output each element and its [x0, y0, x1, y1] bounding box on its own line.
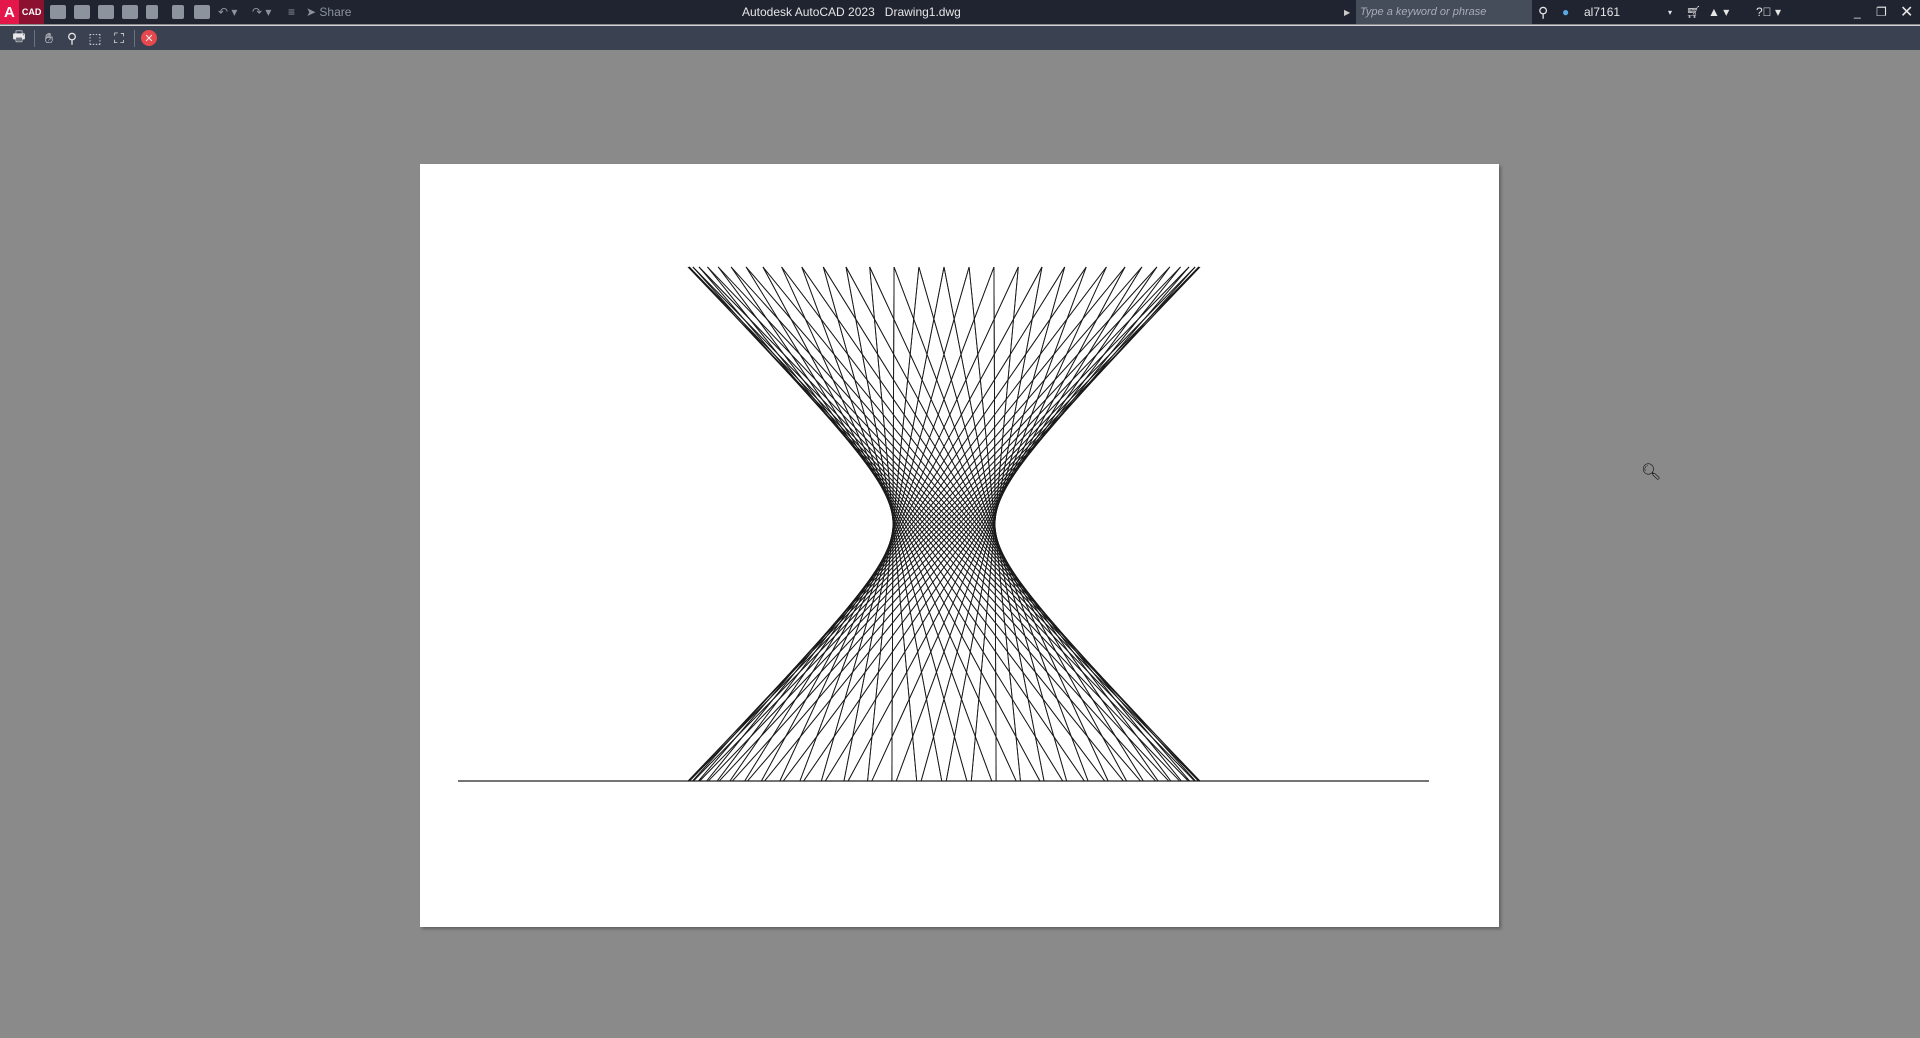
restore-button[interactable]: ❐	[1876, 0, 1887, 24]
drawing-line	[761, 266, 1043, 782]
cart-icon[interactable]: 🛒︎	[1686, 0, 1701, 24]
zoom-original-icon[interactable]: ⛶	[110, 29, 128, 47]
window-title: Autodesk AutoCAD 2023 Drawing1.dwg	[742, 0, 961, 24]
preview-toolbar: 🖶︎ ✋︎ ⚲ ⬚ ⛶ ✕	[0, 25, 1920, 50]
drawing-line	[871, 266, 1107, 782]
search-icon[interactable]: ⚲	[1538, 0, 1548, 24]
drawing-line	[970, 266, 1019, 782]
drawing-line	[820, 266, 970, 782]
minimize-button[interactable]: _	[1854, 0, 1861, 24]
divider	[134, 30, 135, 47]
logo-letter: A	[0, 0, 19, 24]
search-input[interactable]: Type a keyword or phrase	[1356, 0, 1532, 24]
share-button[interactable]: ➤ Share	[306, 0, 351, 24]
drawing-line	[847, 266, 1126, 782]
autodesk-app-icon[interactable]: ▲ ▾	[1708, 0, 1729, 24]
drawing-line	[729, 266, 1087, 782]
help-icon[interactable]: ?⃝ ▾	[1756, 0, 1781, 24]
plot-preview-paper	[420, 164, 1499, 927]
close-preview-icon[interactable]: ✕	[141, 30, 157, 46]
open-folder-icon[interactable]	[74, 5, 90, 19]
drawing-line	[716, 266, 1107, 782]
customize-quick-access-icon[interactable]: ≡	[288, 0, 295, 24]
save-as-icon[interactable]	[122, 5, 138, 19]
app-title: Autodesk AutoCAD 2023	[742, 5, 875, 19]
open-web-icon[interactable]	[146, 5, 158, 19]
user-dropdown-icon[interactable]: ▾	[1668, 0, 1672, 24]
drawing-line	[744, 266, 1066, 782]
save-web-icon[interactable]	[172, 5, 184, 19]
drawing-line	[799, 266, 995, 782]
logo-text: CAD	[18, 0, 45, 24]
plot-icon[interactable]	[194, 5, 210, 19]
zoom-icon[interactable]: ⚲	[63, 29, 81, 47]
save-icon[interactable]	[98, 5, 114, 19]
drawing-line	[779, 266, 1019, 782]
print-icon[interactable]: 🖶︎	[10, 28, 28, 47]
divider	[34, 30, 35, 47]
close-button[interactable]: ✕	[1900, 0, 1913, 24]
drawing-line	[920, 266, 1066, 782]
redo-icon[interactable]: ↷ ▾	[252, 0, 271, 24]
pan-hand-icon[interactable]: ✋︎	[40, 29, 58, 47]
drawing-line	[824, 266, 1143, 782]
document-name: Drawing1.dwg	[884, 5, 961, 19]
share-label: Share	[319, 5, 352, 19]
zoom-window-icon[interactable]: ⬚	[86, 29, 104, 47]
user-name[interactable]: al7161	[1584, 0, 1620, 24]
zoom-cursor-icon: 🔍︎	[1641, 464, 1662, 481]
send-icon: ➤	[306, 5, 320, 19]
user-icon: ●	[1562, 5, 1570, 19]
expand-arrow-icon[interactable]: ▶	[1344, 0, 1350, 24]
undo-icon[interactable]: ↶ ▾	[218, 0, 237, 24]
title-bar: A CAD ↶ ▾ ↷ ▾ ≡ ➤ Share Autodesk AutoCAD …	[0, 0, 1920, 24]
new-file-icon[interactable]	[50, 5, 66, 19]
drawing-line	[803, 266, 1158, 782]
app-menu-button[interactable]: A CAD	[0, 0, 45, 24]
hourglass-drawing	[458, 266, 1429, 782]
